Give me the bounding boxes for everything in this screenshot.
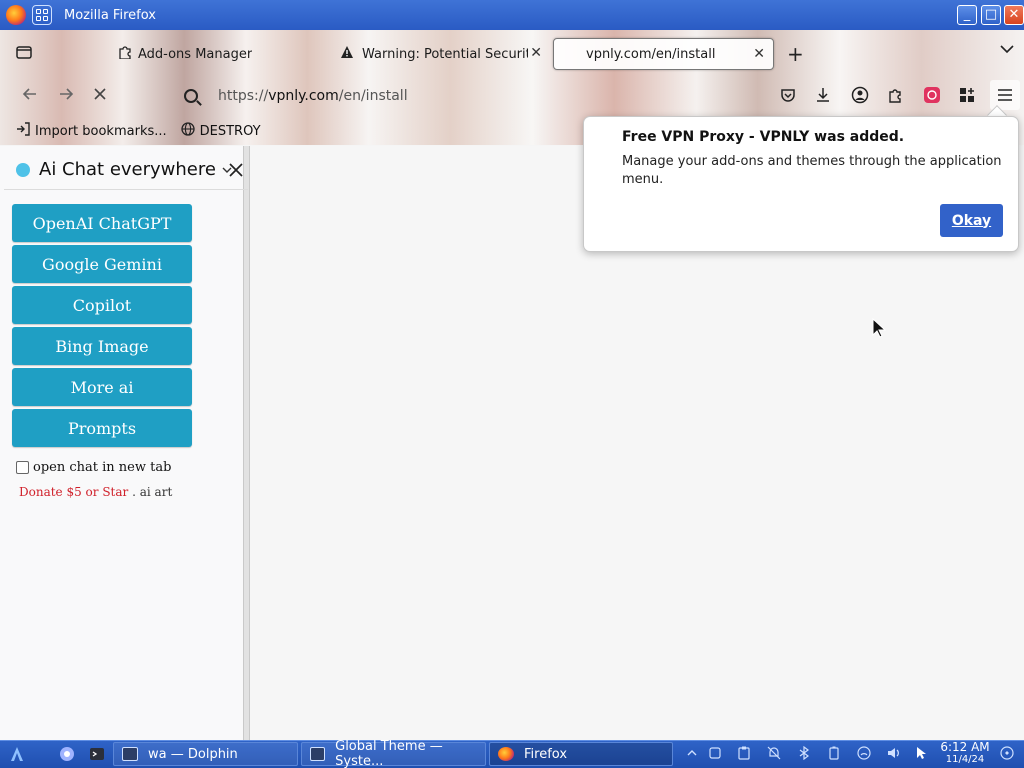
new-tab-button[interactable]: + bbox=[787, 42, 804, 66]
dolphin-icon bbox=[122, 747, 138, 761]
system-settings-icon bbox=[310, 747, 326, 761]
taskbar-item-label: Global Theme — Syste... bbox=[335, 739, 443, 768]
search-icon bbox=[184, 89, 198, 103]
copilot-button[interactable]: Copilot bbox=[12, 286, 192, 324]
puzzle-icon bbox=[118, 45, 132, 63]
ai-chat-extension-icon[interactable] bbox=[922, 85, 942, 105]
warning-icon bbox=[340, 45, 354, 63]
footer-separator: . bbox=[132, 485, 136, 499]
addon-installed-popup: Free VPN Proxy - VPNLY was added. Manage… bbox=[583, 116, 1019, 252]
bookmark-import[interactable]: Import bookmarks... bbox=[16, 122, 167, 140]
close-window-button[interactable]: ✕ bbox=[1004, 5, 1024, 25]
okay-button[interactable]: Okay bbox=[940, 204, 1003, 237]
page-icon bbox=[562, 46, 578, 62]
sidebar-splitter[interactable] bbox=[243, 146, 250, 740]
back-arrow-icon[interactable] bbox=[22, 86, 38, 106]
taskbar-item-global-theme[interactable]: Global Theme — Syste... bbox=[301, 739, 486, 768]
stop-loading-icon[interactable] bbox=[93, 86, 107, 105]
extensions-puzzle-icon[interactable] bbox=[886, 85, 906, 105]
taskbar-item-label: Firefox bbox=[524, 746, 568, 762]
taskbar-item-dolphin[interactable]: wa — Dolphin bbox=[113, 742, 298, 766]
url-bar[interactable]: https://vpnly.com/en/install bbox=[174, 80, 764, 112]
taskbar-item-label: wa — Dolphin bbox=[148, 746, 238, 762]
mouse-cursor-icon bbox=[872, 317, 887, 342]
tab-label: Add-ons Manager bbox=[138, 46, 253, 62]
open-chat-new-tab-checkbox[interactable] bbox=[16, 461, 29, 474]
sidebar-close-icon[interactable] bbox=[229, 158, 243, 182]
tab-close-button[interactable]: ✕ bbox=[753, 46, 765, 62]
apps-grid-icon[interactable] bbox=[957, 85, 977, 105]
bookmark-destroy[interactable]: DESTROY bbox=[180, 122, 261, 140]
application-menu-icon[interactable] bbox=[990, 80, 1020, 110]
prompts-button[interactable]: Prompts bbox=[12, 409, 192, 447]
volume-icon[interactable] bbox=[887, 746, 901, 760]
tab-label: Warning: Potential Securit bbox=[362, 46, 528, 62]
window-menu-icon[interactable] bbox=[32, 5, 52, 25]
list-all-tabs-chevron-icon[interactable] bbox=[1000, 42, 1014, 58]
popup-message: Manage your add-ons and themes through t… bbox=[622, 154, 1002, 187]
bookmark-label: DESTROY bbox=[199, 123, 261, 139]
more-ai-button[interactable]: More ai bbox=[12, 368, 192, 406]
ai-chat-logo-icon bbox=[16, 162, 30, 177]
sidebar-footer: Donate $5 or Star . ai art bbox=[19, 485, 172, 499]
google-gemini-button[interactable]: Google Gemini bbox=[12, 245, 192, 283]
firefox-logo-icon bbox=[6, 5, 26, 25]
bookmarks-toolbar: Import bookmarks... DESTROY bbox=[0, 120, 261, 142]
openai-chatgpt-button[interactable]: OpenAI ChatGPT bbox=[12, 204, 192, 242]
bing-image-button[interactable]: Bing Image bbox=[12, 327, 192, 365]
sidebar-title: Ai Chat everywhere bbox=[39, 159, 216, 180]
ai-art-link[interactable]: ai art bbox=[140, 485, 173, 499]
open-chat-new-tab-option[interactable]: open chat in new tab bbox=[16, 460, 171, 475]
globe-icon bbox=[180, 122, 195, 140]
taskbar-item-firefox[interactable]: Firefox bbox=[489, 742, 673, 766]
downloads-icon[interactable] bbox=[813, 85, 833, 105]
clipboard-icon[interactable] bbox=[737, 746, 751, 760]
tab-close-button[interactable]: ✕ bbox=[530, 45, 542, 61]
clock-time: 6:12 AM bbox=[940, 740, 990, 754]
import-icon bbox=[16, 122, 30, 140]
browser-launcher-icon[interactable] bbox=[58, 745, 76, 763]
maximize-button[interactable]: □ bbox=[981, 5, 1001, 25]
bluetooth-icon[interactable] bbox=[797, 746, 811, 760]
show-desktop-icon[interactable] bbox=[1000, 746, 1014, 760]
account-icon[interactable] bbox=[850, 85, 870, 105]
url-text[interactable]: https://vpnly.com/en/install bbox=[218, 88, 408, 104]
donate-link[interactable]: Donate $5 or Star bbox=[19, 485, 128, 499]
window-title: Mozilla Firefox bbox=[64, 7, 156, 23]
pointer-settings-icon[interactable] bbox=[915, 746, 929, 760]
terminal-launcher-icon[interactable] bbox=[88, 745, 106, 763]
popup-title: Free VPN Proxy - VPNLY was added. bbox=[622, 129, 905, 145]
checkbox-label: open chat in new tab bbox=[33, 460, 172, 475]
sidebar-header[interactable]: Ai Chat everywhere bbox=[4, 150, 248, 190]
tab-label: vpnly.com/en/install bbox=[586, 46, 716, 62]
pocket-icon[interactable] bbox=[778, 85, 798, 105]
tab-vpnly-install[interactable]: vpnly.com/en/install ✕ bbox=[553, 38, 774, 70]
tray-overflow-icon[interactable] bbox=[685, 746, 699, 760]
battery-icon[interactable] bbox=[827, 746, 841, 760]
tab-security-warning[interactable]: Warning: Potential Securit ✕ bbox=[334, 38, 544, 70]
tab-addons-manager[interactable]: Add-ons Manager bbox=[58, 38, 258, 70]
app-launcher-icon[interactable] bbox=[8, 745, 26, 763]
firefox-view-icon[interactable] bbox=[16, 44, 32, 60]
bookmark-label: Import bookmarks... bbox=[35, 123, 167, 139]
network-icon[interactable] bbox=[857, 746, 871, 760]
notifications-muted-icon[interactable] bbox=[767, 746, 781, 760]
window-titlebar: Mozilla Firefox bbox=[0, 0, 1024, 30]
clock-date: 11/4/24 bbox=[945, 754, 985, 765]
taskbar-clock[interactable]: 6:12 AM 11/4/24 bbox=[940, 740, 990, 766]
firefox-icon bbox=[498, 747, 514, 761]
minimize-button[interactable]: _ bbox=[957, 5, 977, 25]
forward-arrow-icon[interactable] bbox=[58, 86, 74, 106]
kde-connect-icon[interactable] bbox=[708, 746, 722, 760]
